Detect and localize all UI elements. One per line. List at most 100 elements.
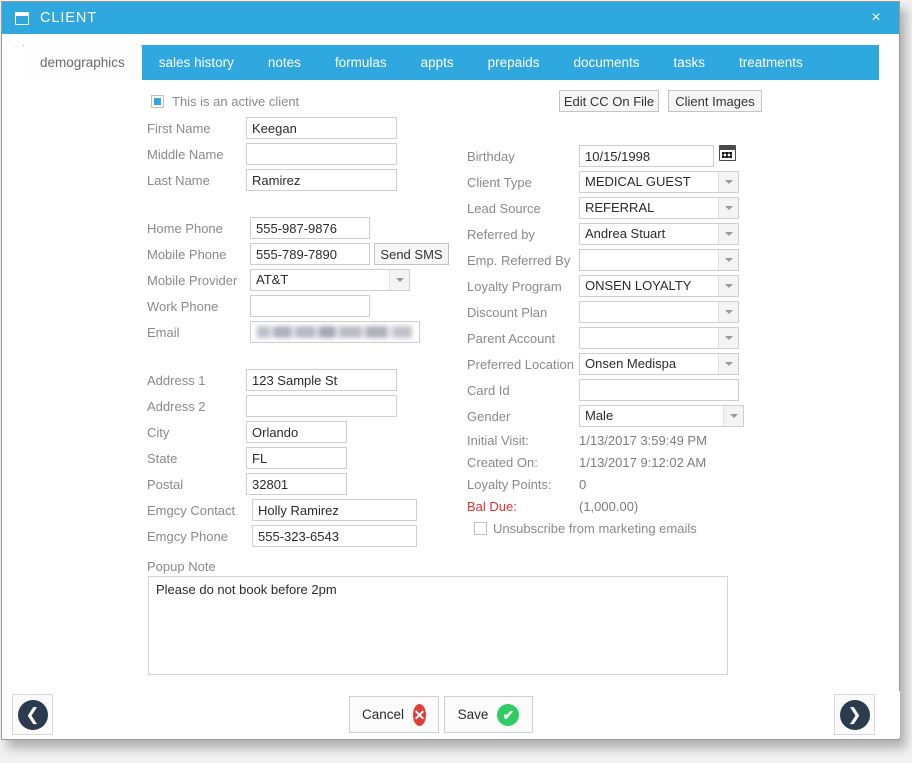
- email-label: Email: [147, 325, 180, 340]
- birthday-input[interactable]: [579, 145, 714, 167]
- postal-input[interactable]: [246, 473, 347, 495]
- popup-note-textarea[interactable]: [148, 576, 728, 675]
- work-phone-input[interactable]: [250, 295, 370, 317]
- last-name-input[interactable]: [246, 169, 397, 191]
- window-form-icon: [15, 11, 29, 25]
- discount-plan-label: Discount Plan: [467, 305, 548, 320]
- card-id-input[interactable]: [579, 379, 739, 401]
- bal-due-value: (1,000.00): [579, 499, 639, 514]
- chevron-down-icon: [718, 302, 738, 322]
- referred-by-value: Andrea Stuart: [585, 226, 666, 241]
- cancel-button-label: Cancel: [362, 707, 405, 722]
- city-input[interactable]: [246, 421, 347, 443]
- emgcy-phone-label: Emgcy Phone: [147, 529, 228, 544]
- tab-treatments[interactable]: treatments: [722, 45, 820, 80]
- close-circle-icon: ✕: [413, 703, 426, 726]
- emp-referred-by-value: [585, 250, 716, 270]
- city-label: City: [147, 425, 170, 440]
- chevron-down-icon: [718, 354, 738, 374]
- loyalty-program-label: Loyalty Program: [467, 279, 562, 294]
- tab-prepaids[interactable]: prepaids: [471, 45, 557, 80]
- calendar-icon[interactable]: [719, 145, 736, 161]
- middle-name-input[interactable]: [246, 143, 397, 165]
- last-name-label: Last Name: [147, 173, 210, 188]
- state-input[interactable]: [246, 447, 347, 469]
- preferred-location-value: Onsen Medispa: [585, 356, 677, 371]
- mobile-phone-label: Mobile Phone: [147, 247, 227, 262]
- loyalty-points-label: Loyalty Points:: [467, 477, 552, 492]
- mobile-provider-value: AT&T: [256, 272, 289, 287]
- preferred-location-select[interactable]: Onsen Medispa: [579, 353, 739, 375]
- cancel-button[interactable]: Cancel ✕: [349, 696, 439, 733]
- chevron-down-icon: [718, 224, 738, 244]
- gender-value: Male: [585, 408, 614, 423]
- created-on-value: 1/13/2017 9:12:02 AM: [579, 455, 707, 470]
- window-title: CLIENT: [40, 10, 97, 26]
- save-button[interactable]: Save ✔: [444, 696, 533, 733]
- next-client-button[interactable]: ❯: [834, 694, 875, 735]
- demographics-panel: Edit CC On File Client Images This is an…: [23, 80, 879, 694]
- screen: CLIENT × demographics sales history note…: [0, 0, 912, 763]
- emgcy-phone-input[interactable]: [252, 525, 417, 547]
- loyalty-points-value: 0: [579, 477, 587, 492]
- mobile-provider-select[interactable]: AT&T: [250, 269, 410, 291]
- first-name-input[interactable]: [246, 117, 397, 139]
- loyalty-program-select[interactable]: ONSEN LOYALTY: [579, 275, 739, 297]
- parent-account-label: Parent Account: [467, 331, 556, 346]
- tab-tasks[interactable]: tasks: [657, 45, 723, 80]
- bal-due-label: Bal Due:: [467, 499, 517, 514]
- chevron-down-icon: [718, 198, 738, 218]
- client-images-button[interactable]: Client Images: [668, 90, 762, 112]
- emgcy-contact-input[interactable]: [252, 499, 417, 521]
- chevron-left-icon: ❮: [17, 699, 48, 730]
- gender-select[interactable]: Male: [579, 405, 744, 427]
- client-type-select[interactable]: MEDICAL GUEST: [579, 171, 739, 193]
- created-on-label: Created On:: [467, 455, 538, 470]
- footer-bar: ❮ Cancel ✕ Save ✔ ❯: [3, 691, 900, 738]
- save-button-label: Save: [457, 707, 489, 722]
- discount-plan-select[interactable]: [579, 301, 739, 323]
- tab-formulas[interactable]: formulas: [318, 45, 404, 80]
- home-phone-input[interactable]: [250, 217, 370, 239]
- referred-by-label: Referred by: [467, 227, 535, 242]
- parent-account-select[interactable]: [579, 327, 739, 349]
- tab-bar: demographics sales history notes formula…: [23, 45, 879, 80]
- chevron-down-icon: [718, 250, 738, 270]
- unsubscribe-label: Unsubscribe from marketing emails: [493, 521, 697, 536]
- parent-account-value: [585, 328, 716, 348]
- chevron-down-icon: [718, 328, 738, 348]
- previous-client-button[interactable]: ❮: [12, 694, 53, 735]
- send-sms-button[interactable]: Send SMS: [374, 243, 449, 265]
- address2-input[interactable]: [246, 395, 397, 417]
- middle-name-label: Middle Name: [147, 147, 224, 162]
- chevron-down-icon: [718, 172, 738, 192]
- lead-source-label: Lead Source: [467, 201, 541, 216]
- check-circle-icon: ✔: [497, 703, 520, 726]
- address1-input[interactable]: [246, 369, 397, 391]
- chevron-down-icon: [723, 406, 743, 426]
- emp-referred-by-select[interactable]: [579, 249, 739, 271]
- tab-notes[interactable]: notes: [251, 45, 318, 80]
- tab-documents[interactable]: documents: [556, 45, 656, 80]
- email-input[interactable]: [250, 321, 420, 343]
- mobile-phone-input[interactable]: [250, 243, 370, 265]
- lead-source-select[interactable]: REFERRAL: [579, 197, 739, 219]
- unsubscribe-checkbox[interactable]: [474, 522, 487, 535]
- card-id-label: Card Id: [467, 383, 510, 398]
- referred-by-select[interactable]: Andrea Stuart: [579, 223, 739, 245]
- chevron-right-icon: ❯: [839, 699, 870, 730]
- client-type-label: Client Type: [467, 175, 532, 190]
- edit-cc-on-file-button[interactable]: Edit CC On File: [559, 90, 659, 112]
- active-client-checkbox[interactable]: [151, 95, 164, 108]
- preferred-location-label: Preferred Location: [467, 357, 574, 372]
- email-redacted-value: [257, 326, 412, 338]
- tab-appts[interactable]: appts: [404, 45, 471, 80]
- popup-note-label: Popup Note: [147, 559, 216, 574]
- chevron-down-icon: [389, 270, 409, 290]
- close-icon[interactable]: ×: [853, 2, 899, 34]
- client-type-value: MEDICAL GUEST: [585, 174, 691, 189]
- tab-sales-history[interactable]: sales history: [142, 45, 251, 80]
- tab-demographics[interactable]: demographics: [23, 45, 142, 80]
- postal-label: Postal: [147, 477, 184, 492]
- home-phone-label: Home Phone: [147, 221, 223, 236]
